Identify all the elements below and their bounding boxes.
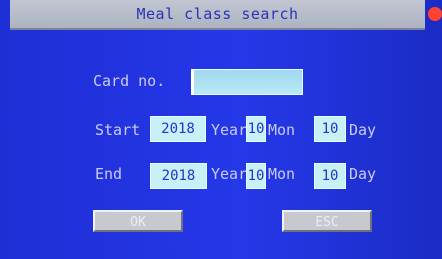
end-day-input[interactable]: 10	[314, 163, 346, 189]
esc-button[interactable]: ESC	[282, 210, 372, 232]
card-no-input[interactable]	[191, 69, 303, 95]
ok-button-label: OK	[130, 215, 146, 230]
end-label: End	[95, 165, 123, 183]
ok-button[interactable]: OK	[93, 210, 183, 232]
esc-button-label: ESC	[315, 215, 339, 230]
start-year-input[interactable]: 2018	[150, 116, 206, 142]
start-day-input[interactable]: 10	[314, 116, 346, 142]
end-month-unit: Mon	[268, 165, 296, 183]
start-month-unit: Mon	[268, 121, 296, 139]
window-title: Meal class search	[136, 5, 299, 23]
start-label: Start	[95, 121, 141, 139]
end-day-unit: Day	[349, 165, 377, 183]
start-month-input[interactable]: 10	[246, 116, 266, 142]
end-month-input[interactable]: 10	[246, 163, 266, 189]
end-year-input[interactable]: 2018	[150, 163, 207, 189]
card-no-label: Card no.	[93, 72, 166, 90]
end-year-unit: Year	[211, 165, 248, 183]
screen: Meal class search Card no. Start 2018 Ye…	[0, 0, 442, 259]
indicator-light-icon	[428, 7, 442, 21]
start-day-unit: Day	[349, 121, 377, 139]
title-bar: Meal class search	[10, 0, 425, 30]
start-year-unit: Year	[211, 121, 248, 139]
